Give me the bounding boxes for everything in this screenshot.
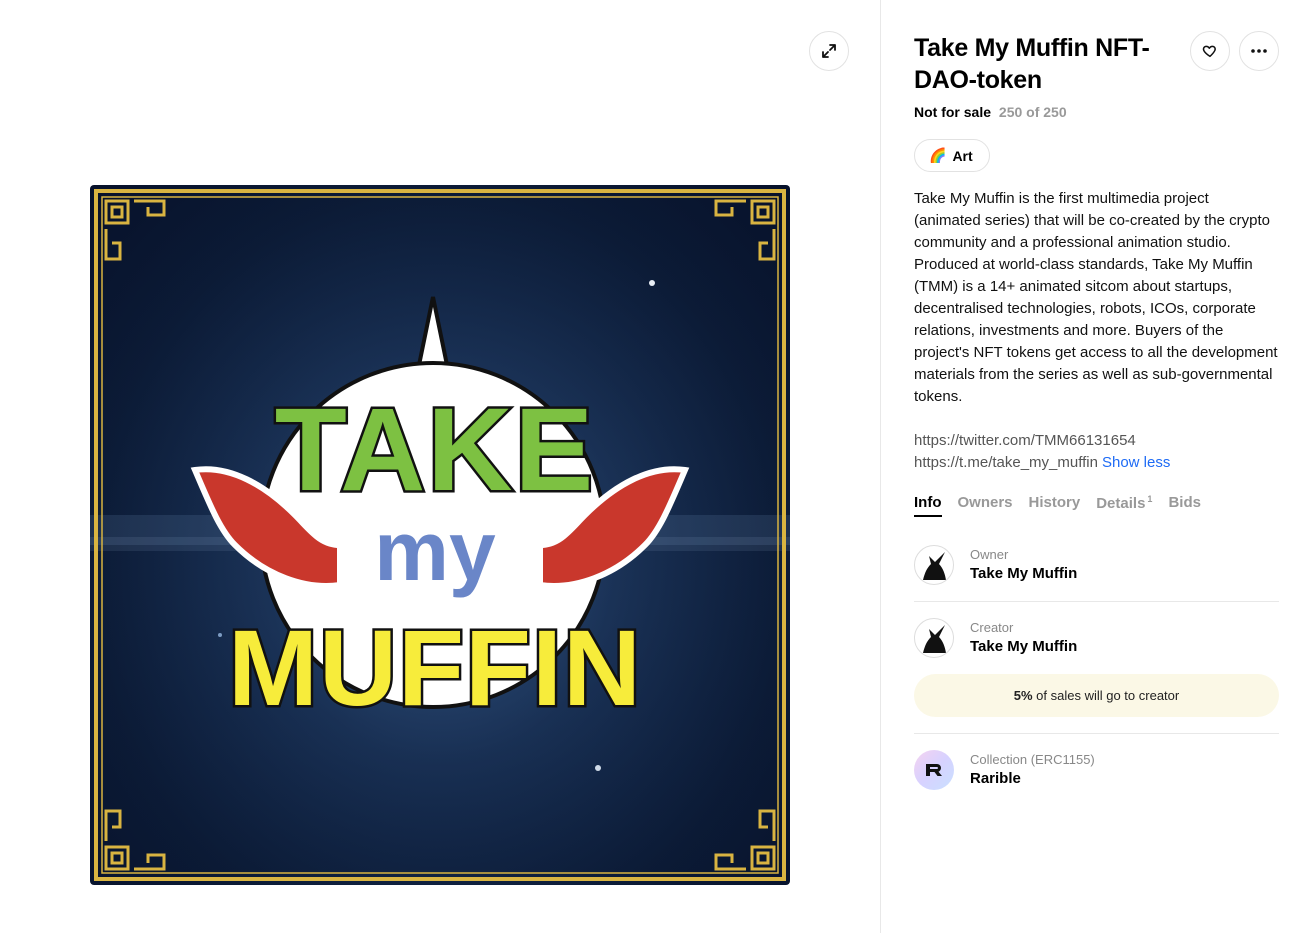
twitter-link[interactable]: https://twitter.com/TMM66131654 <box>914 432 1136 449</box>
tab-info-label: Info <box>914 494 942 511</box>
item-description: Take My Muffin is the first multimedia p… <box>914 190 1278 405</box>
divider <box>914 733 1279 734</box>
creator-name[interactable]: Take My Muffin <box>970 637 1077 657</box>
media-pane: TAKE my MUFFIN <box>0 0 880 933</box>
tab-bids[interactable]: Bids <box>1168 494 1201 517</box>
divider <box>914 601 1279 602</box>
telegram-link[interactable]: https://t.me/take_my_muffin <box>914 454 1098 471</box>
expand-arrows-icon <box>822 44 836 58</box>
artwork-text-my: my <box>374 504 496 598</box>
artwork-illustration: TAKE my MUFFIN <box>90 185 790 885</box>
owner-row[interactable]: Owner Take My Muffin <box>914 545 1077 585</box>
tab-bids-label: Bids <box>1168 494 1201 511</box>
tab-history[interactable]: History <box>1029 494 1081 517</box>
royalty-text: of sales will go to creator <box>1032 688 1180 703</box>
like-button[interactable] <box>1190 31 1230 71</box>
owner-avatar[interactable] <box>914 545 954 585</box>
sale-status: Not for sale <box>914 104 992 120</box>
more-options-button[interactable] <box>1239 31 1279 71</box>
tab-details-badge: 1 <box>1147 494 1153 504</box>
heart-icon <box>1202 45 1216 58</box>
creator-role: Creator <box>970 620 1014 635</box>
collection-name[interactable]: Rarible <box>970 769 1095 789</box>
artwork-text-muffin: MUFFIN <box>228 607 642 728</box>
unicorn-avatar-icon <box>923 625 946 653</box>
tab-info[interactable]: Info <box>914 494 942 517</box>
category-tag[interactable]: 🌈 Art <box>914 139 990 172</box>
category-tag-label: Art <box>952 147 973 164</box>
tab-history-label: History <box>1028 494 1081 511</box>
item-links: https://twitter.com/TMM66131654 https://… <box>914 430 1279 474</box>
owner-role: Owner <box>970 547 1009 562</box>
artwork-text-take: TAKE <box>275 384 595 516</box>
pane-divider <box>880 0 881 933</box>
item-title: Take My Muffin NFT-DAO-token <box>914 34 1150 94</box>
nft-artwork[interactable]: TAKE my MUFFIN <box>90 185 790 885</box>
owner-name[interactable]: Take My Muffin <box>970 564 1077 584</box>
royalty-percent: 5% <box>1013 688 1033 703</box>
sale-info: Not for sale 250 of 250 <box>914 104 1067 120</box>
edition-count: 250 of 250 <box>998 104 1067 120</box>
tab-owners-label: Owners <box>957 494 1013 511</box>
unicorn-avatar-icon <box>923 552 946 580</box>
collection-avatar[interactable] <box>914 750 954 790</box>
tab-details-label: Details <box>1096 495 1146 512</box>
royalty-banner: 5% of sales will go to creator <box>914 674 1279 717</box>
more-dots-icon <box>1251 49 1267 53</box>
rainbow-icon: 🌈 <box>929 147 947 163</box>
tab-owners[interactable]: Owners <box>958 494 1013 517</box>
creator-row[interactable]: Creator Take My Muffin <box>914 618 1077 658</box>
creator-avatar[interactable] <box>914 618 954 658</box>
collection-row[interactable]: Collection (ERC1155) Rarible <box>914 750 1095 790</box>
rarible-logo-icon <box>926 764 942 776</box>
expand-button[interactable] <box>809 31 849 71</box>
collection-role: Collection (ERC1155) <box>970 752 1095 767</box>
show-less-link[interactable]: Show less <box>1102 454 1170 471</box>
info-tabs: Info Owners History Details 1 Bids <box>914 494 1201 517</box>
tab-details[interactable]: Details 1 <box>1096 494 1152 517</box>
